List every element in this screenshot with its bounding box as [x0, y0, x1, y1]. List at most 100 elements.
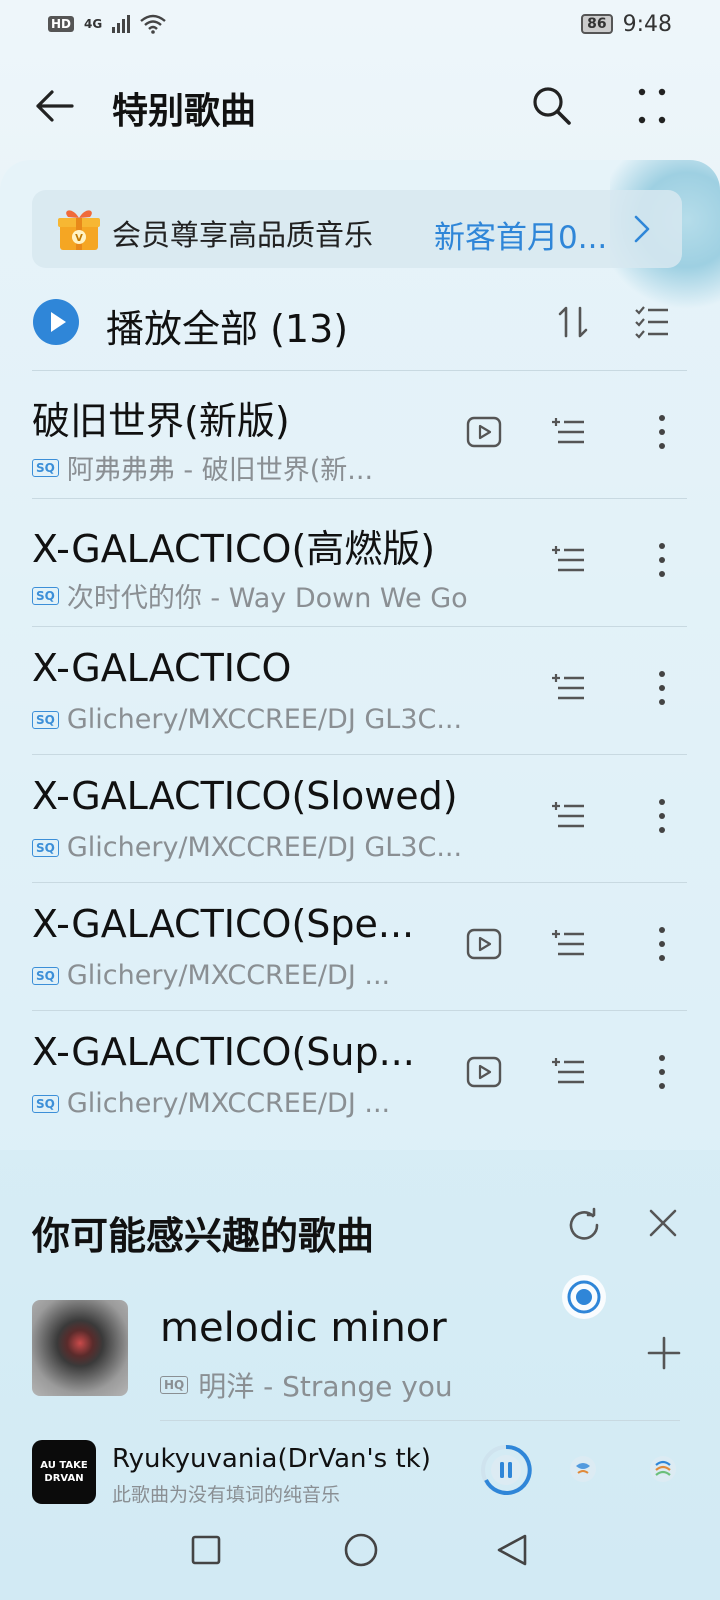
refresh-icon[interactable] [564, 1205, 604, 1245]
network-label: 4G [84, 17, 103, 31]
more-vertical-icon[interactable] [654, 412, 670, 452]
add-to-queue-icon[interactable] [550, 1056, 586, 1088]
song-title: 破旧世界(新版) [32, 399, 290, 443]
quality-badge: SQ [32, 1094, 59, 1113]
song-row[interactable]: X-GALACTICO(高燃版) SQ 次时代的你 - Way Down We … [0, 498, 720, 626]
more-vertical-icon[interactable] [654, 924, 670, 964]
song-row[interactable]: X-GALACTICO(Spe... SQ Glichery/MXCCREE/D… [0, 882, 720, 1010]
quality-badge: SQ [32, 710, 59, 729]
song-row[interactable]: X-GALACTICO(Slowed) SQ Glichery/MXCCREE/… [0, 754, 720, 882]
chevron-right-icon [634, 215, 650, 243]
mini-player-subtitle: 此歌曲为没有填词的纯音乐 [112, 1484, 341, 1506]
add-to-queue-icon[interactable] [550, 928, 586, 960]
sort-icon[interactable] [556, 302, 592, 342]
quality-badge: SQ [32, 586, 59, 605]
add-to-queue-icon[interactable] [550, 416, 586, 448]
quality-badge: SQ [32, 838, 59, 857]
rec-song-title[interactable]: melodic minor [160, 1305, 447, 1351]
play-all-label[interactable]: 播放全部 (13) [106, 298, 348, 353]
status-bar: HD 4G 86 9:48 [0, 0, 720, 48]
top-app-bar: 特别歌曲 [0, 62, 720, 146]
song-subtitle: SQ Glichery/MXCCREE/DJ ... [32, 960, 390, 991]
more-vertical-icon[interactable] [654, 1052, 670, 1092]
row-divider [32, 498, 687, 499]
song-subtitle: SQ Glichery/MXCCREE/DJ GL3C... [32, 832, 462, 863]
close-icon[interactable] [645, 1205, 681, 1241]
song-artist-album: 阿弗弗弗 - 破旧世界(新... [66, 455, 374, 486]
row-divider [32, 1010, 687, 1011]
lyrics-icon[interactable] [568, 1454, 598, 1484]
status-left: HD 4G [48, 14, 166, 34]
quality-badge: SQ [32, 458, 59, 477]
recommendations-section: 你可能感兴趣的歌曲 melodic minor HQ 明洋 - Strange … [0, 1165, 720, 1425]
mv-icon[interactable] [466, 928, 502, 960]
mini-player-title: Ryukyuvania(DrVan's tk) [112, 1444, 431, 1474]
song-subtitle: SQ Glichery/MXCCREE/DJ GL3C... [32, 704, 462, 735]
song-subtitle: SQ 阿弗弗弗 - 破旧世界(新... [32, 448, 373, 487]
song-title: X-GALACTICO(Sup... [32, 1030, 415, 1074]
locate-current-icon[interactable] [560, 1273, 608, 1321]
cover-text-line2: DRVAN [44, 1473, 84, 1484]
add-icon[interactable] [646, 1335, 682, 1371]
svg-text:V: V [75, 233, 83, 244]
song-title: X-GALACTICO(Spe... [32, 902, 415, 946]
song-title: X-GALACTICO(Slowed) [32, 774, 458, 818]
song-artist-album: Glichery/MXCCREE/DJ GL3C... [66, 832, 463, 863]
vip-banner[interactable]: V 会员尊享高品质音乐 新客首月0... [32, 190, 682, 268]
more-options-icon[interactable] [636, 82, 668, 130]
search-icon[interactable] [528, 82, 576, 130]
wifi-icon [140, 14, 166, 34]
song-row[interactable]: 破旧世界(新版) SQ 阿弗弗弗 - 破旧世界(新... [0, 370, 720, 498]
add-to-queue-icon[interactable] [550, 800, 586, 832]
home-icon[interactable] [343, 1532, 379, 1568]
cover-text-line1: AU TAKE [40, 1460, 88, 1471]
signal-icon [112, 15, 131, 33]
recent-apps-icon[interactable] [190, 1534, 222, 1566]
mini-player-cover[interactable]: AU TAKE DRVAN [32, 1440, 96, 1504]
song-artist-album: Glichery/MXCCREE/DJ ... [66, 1088, 391, 1119]
clock: 9:48 [622, 11, 672, 37]
rec-song-subtitle: HQ 明洋 - Strange you [160, 1365, 453, 1405]
quality-badge: HQ [160, 1376, 189, 1394]
song-row[interactable]: X-GALACTICO SQ Glichery/MXCCREE/DJ GL3C.… [0, 626, 720, 754]
song-subtitle: SQ Glichery/MXCCREE/DJ ... [32, 1088, 390, 1119]
album-cover[interactable] [32, 1300, 128, 1396]
song-row[interactable]: X-GALACTICO(Sup... SQ Glichery/MXCCREE/D… [0, 1010, 720, 1138]
play-all-button[interactable] [32, 298, 80, 346]
playlist-queue-icon[interactable] [648, 1454, 678, 1484]
mini-player[interactable]: AU TAKE DRVAN Ryukyuvania(DrVan's tk) 此歌… [0, 1430, 720, 1515]
battery-icon: 86 [581, 14, 613, 34]
quality-badge: SQ [32, 966, 59, 985]
system-nav-bar [0, 1520, 720, 1600]
rec-song-artist: 明洋 - Strange you [198, 1370, 453, 1403]
mv-icon[interactable] [466, 1056, 502, 1088]
song-artist-album: Glichery/MXCCREE/DJ GL3C... [66, 704, 463, 735]
song-title: X-GALACTICO(高燃版) [32, 527, 436, 571]
nav-back-icon[interactable] [494, 1532, 530, 1568]
status-right: 86 9:48 [581, 12, 672, 37]
row-divider [160, 1420, 680, 1421]
song-artist-album: Glichery/MXCCREE/DJ ... [66, 960, 391, 991]
hd-badge: HD [48, 16, 75, 32]
mv-icon[interactable] [466, 416, 502, 448]
pause-button[interactable] [480, 1444, 532, 1496]
row-divider [32, 882, 687, 883]
play-all-row: 播放全部 (13) [0, 290, 720, 360]
multi-select-icon[interactable] [634, 302, 670, 342]
more-vertical-icon[interactable] [654, 540, 670, 580]
vip-promo-link[interactable]: 新客首月0... [434, 212, 607, 257]
add-to-queue-icon[interactable] [550, 672, 586, 704]
add-to-queue-icon[interactable] [550, 544, 586, 576]
song-subtitle: SQ 次时代的你 - Way Down We Go [32, 576, 468, 615]
gift-icon: V [58, 210, 100, 250]
row-divider [32, 754, 687, 755]
content-card: V 会员尊享高品质音乐 新客首月0... 播放全部 (13) 破旧世界(新版) … [0, 160, 720, 1150]
vip-banner-text: 会员尊享高品质音乐 [112, 218, 374, 252]
page-title: 特别歌曲 [112, 91, 257, 132]
more-vertical-icon[interactable] [654, 668, 670, 708]
row-divider [32, 370, 687, 371]
song-artist-album: 次时代的你 - Way Down We Go [66, 583, 468, 614]
row-divider [32, 626, 687, 627]
back-arrow-icon[interactable] [30, 82, 78, 130]
more-vertical-icon[interactable] [654, 796, 670, 836]
